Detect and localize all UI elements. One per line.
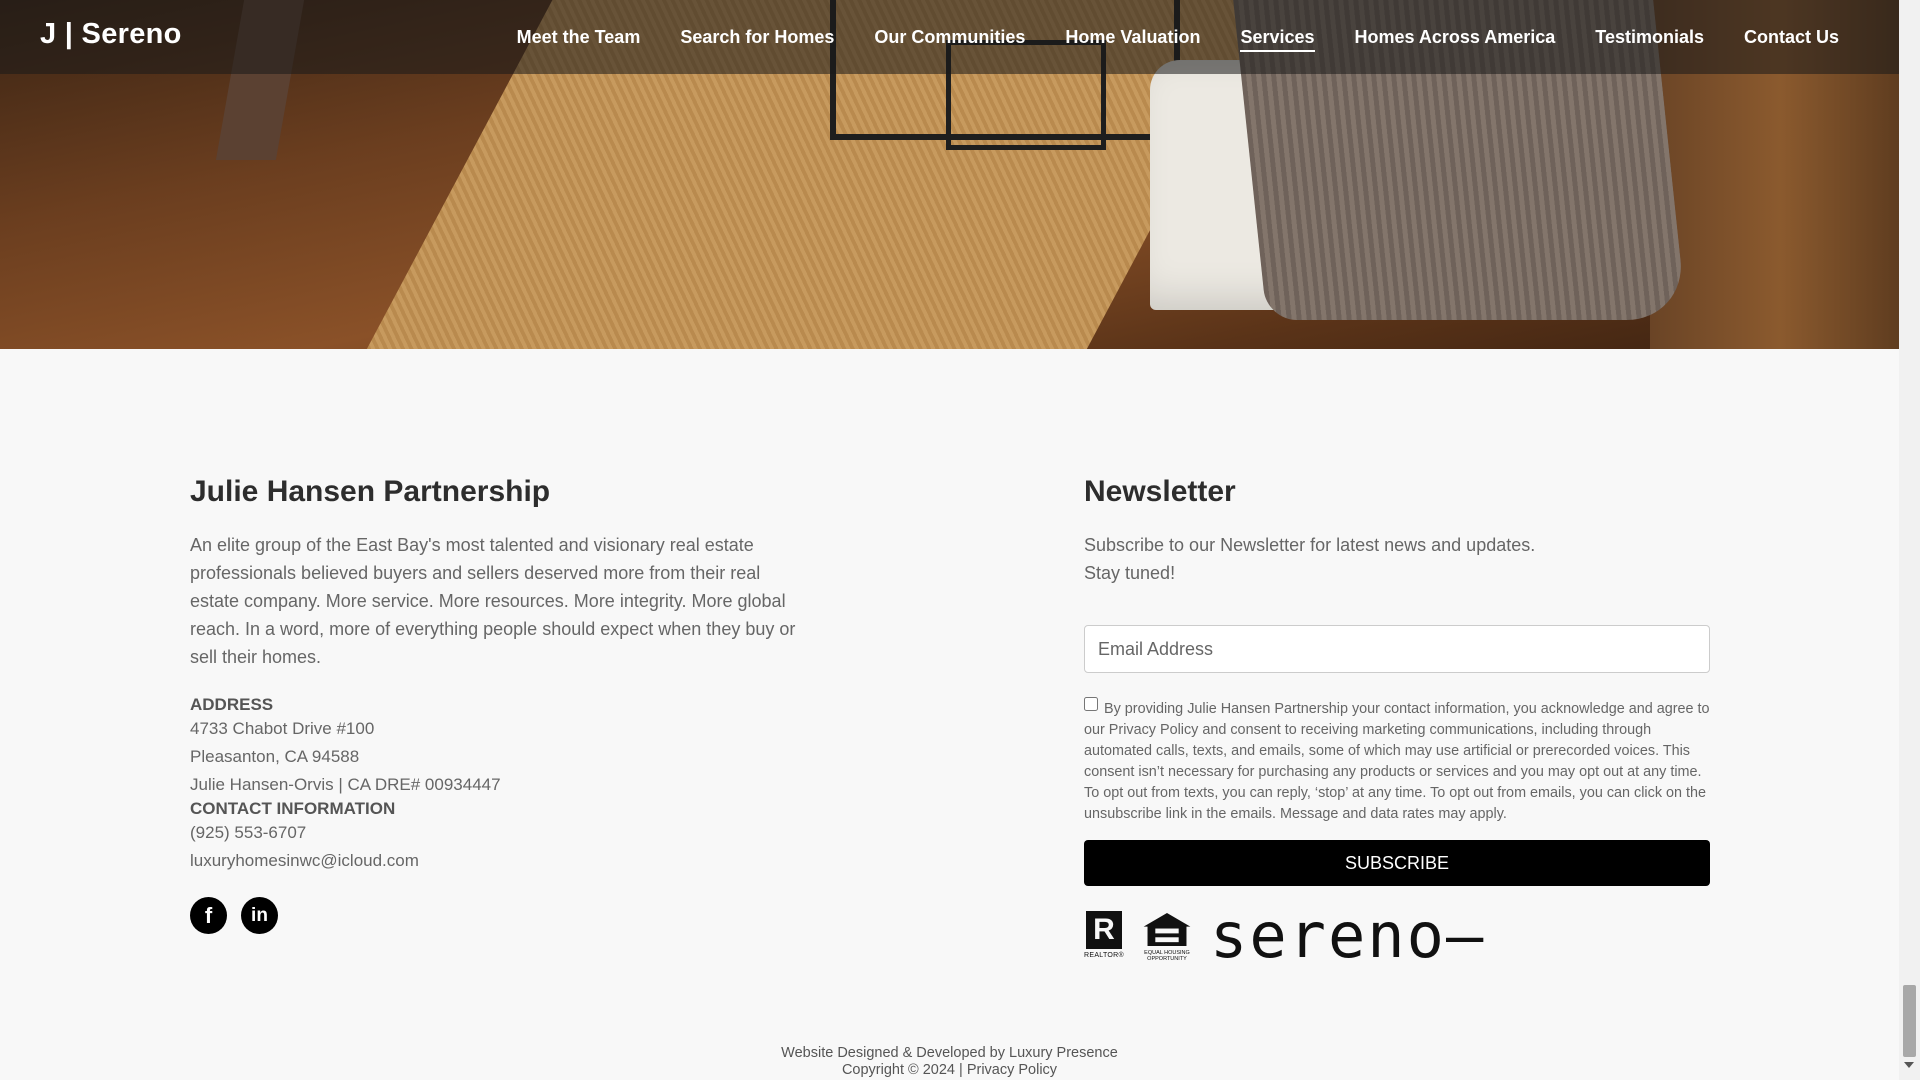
nav-item-our-communities[interactable]: Our Communities xyxy=(874,24,1025,52)
linkedin-icon[interactable]: in xyxy=(241,897,278,934)
consent-block: By providing Julie Hansen Partnership yo… xyxy=(1084,697,1710,825)
equal-housing-icon xyxy=(1143,912,1191,947)
equal-housing-text: EQUAL HOUSING OPPORTUNITY xyxy=(1144,950,1190,962)
nav-item-contact-us[interactable]: Contact Us xyxy=(1744,24,1839,52)
nav-item-testimonials[interactable]: Testimonials xyxy=(1595,24,1704,52)
site-logo[interactable]: J | Sereno xyxy=(40,18,182,51)
about-description: An elite group of the East Bay's most ta… xyxy=(190,535,796,667)
email-input[interactable] xyxy=(1084,625,1710,673)
nav-item-meet-the-team[interactable]: Meet the Team xyxy=(517,24,641,52)
nav-item-services[interactable]: Services xyxy=(1240,24,1315,52)
footer-credits: Website Designed & Developed by Luxury P… xyxy=(0,1045,1899,1079)
realtor-mark: R xyxy=(1086,911,1122,949)
nav-item-search-for-homes[interactable]: Search for Homes xyxy=(680,24,834,52)
newsletter-subtitle-line1: Subscribe to our Newsletter for latest n… xyxy=(1084,535,1536,555)
about-title: Julie Hansen Partnership xyxy=(190,475,551,508)
realtor-text: REALTOR® xyxy=(1084,952,1124,959)
realtor-logo: R REALTOR® xyxy=(1084,911,1124,962)
consent-checkbox[interactable] xyxy=(1084,697,1098,711)
scrollbar-thumb[interactable] xyxy=(1903,985,1916,1057)
phone-link[interactable]: (925) 553-6707 xyxy=(190,819,810,847)
sereno-logo: sereno— xyxy=(1210,899,1486,972)
address-line2: Pleasanton, CA 94588 xyxy=(190,747,360,766)
affiliation-logos: R REALTOR® EQUAL HOUSING OPPORTUNITY ser… xyxy=(1084,899,1710,972)
contact-label: CONTACT INFORMATION xyxy=(190,799,396,818)
newsletter-subtitle-line2: Stay tuned! xyxy=(1084,563,1176,583)
credits-copyright[interactable]: Copyright © 2024 | Privacy Policy xyxy=(0,1062,1899,1079)
about-section: Julie Hansen Partnership An elite group … xyxy=(190,475,810,934)
equal-housing-logo: EQUAL HOUSING OPPORTUNITY xyxy=(1140,911,1194,962)
newsletter-section: Newsletter Subscribe to our Newsletter f… xyxy=(1084,475,1710,972)
vertical-scrollbar[interactable] xyxy=(1899,0,1920,1080)
facebook-icon[interactable]: f xyxy=(190,897,227,934)
address-line1: 4733 Chabot Drive #100 xyxy=(190,719,375,738)
newsletter-title: Newsletter xyxy=(1084,475,1236,508)
subscribe-button[interactable]: SUBSCRIBE xyxy=(1084,840,1710,886)
nav-item-home-valuation[interactable]: Home Valuation xyxy=(1065,24,1200,52)
scroll-down-arrow-icon[interactable] xyxy=(1904,1062,1914,1068)
nav-item-homes-across-america[interactable]: Homes Across America xyxy=(1355,24,1556,52)
email-link[interactable]: luxuryhomesinwc@icloud.com xyxy=(190,847,810,875)
license-number: Julie Hansen-Orvis | CA DRE# 00934447 xyxy=(190,775,501,794)
credits-designed-by[interactable]: Website Designed & Developed by Luxury P… xyxy=(0,1045,1899,1062)
address-label: ADDRESS xyxy=(190,695,274,714)
top-navigation: J | Sereno Meet the Team Search for Home… xyxy=(0,0,1899,74)
newsletter-subtitle: Subscribe to our Newsletter for latest n… xyxy=(1084,531,1710,587)
address-block: ADDRESS 4733 Chabot Drive #100 Pleasanto… xyxy=(190,695,810,875)
social-links: f in xyxy=(190,897,810,934)
consent-text: By providing Julie Hansen Partnership yo… xyxy=(1084,701,1710,822)
nav-menu: Meet the Team Search for Homes Our Commu… xyxy=(477,24,1839,52)
